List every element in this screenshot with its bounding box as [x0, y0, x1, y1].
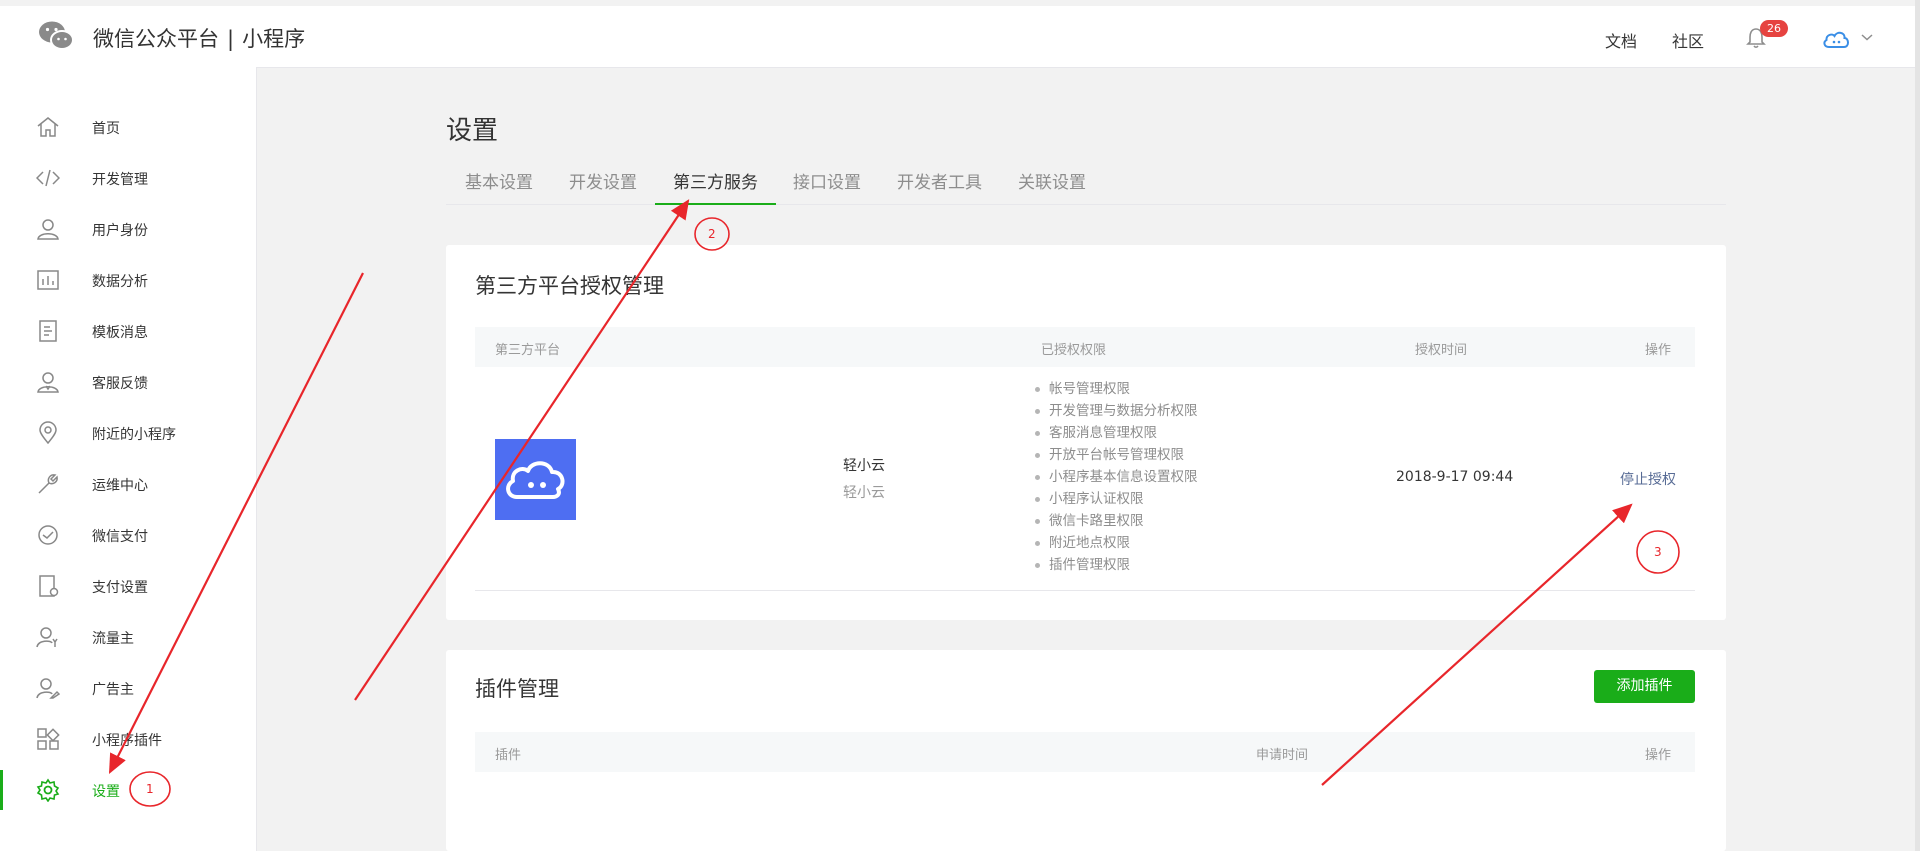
third-party-table-header: 第三方平台 已授权权限 授权时间 操作: [475, 327, 1695, 367]
tab-dev-settings[interactable]: 开发设置: [569, 168, 637, 204]
gear-icon: [36, 778, 60, 802]
plugin-management-card: 插件管理 添加插件 插件 申请时间 操作: [446, 650, 1726, 851]
revoke-authorization-link[interactable]: 停止授权: [1620, 469, 1676, 489]
sidebar-item-user-identity[interactable]: 用户身份: [0, 209, 256, 249]
sidebar-item-label: 流量主: [92, 631, 134, 647]
bar-chart-icon: [37, 270, 59, 290]
list-item: 插件管理权限: [1031, 554, 1198, 576]
plugin-table-header: 插件 申请时间 操作: [475, 732, 1695, 772]
wrench-icon: [38, 474, 58, 494]
sidebar-item-data-analysis[interactable]: 数据分析: [0, 260, 256, 300]
plugin-icon: [37, 728, 60, 750]
home-icon: [37, 117, 59, 137]
sidebar-item-label: 设置: [92, 784, 120, 800]
sidebar-item-plugins[interactable]: 小程序插件: [0, 719, 256, 759]
product-name: 小程序: [242, 27, 306, 51]
chevron-down-icon[interactable]: [1860, 32, 1874, 42]
cloud-face-icon: [506, 461, 565, 499]
location-pin-icon: [39, 421, 57, 445]
traffic-owner-icon: [36, 627, 58, 648]
sidebar: 首页 开发管理 用户身份 数据分析 模板消息 客服反馈 附近的小程序 运维中心 …: [0, 67, 257, 851]
sidebar-item-label: 运维中心: [92, 478, 148, 494]
plugin-title: 插件管理: [475, 677, 559, 701]
docs-link[interactable]: 文档: [1605, 28, 1637, 52]
third-party-name: 轻小云: [843, 458, 885, 474]
column-header: 已授权权限: [1041, 343, 1107, 358]
sidebar-item-label: 客服反馈: [92, 376, 148, 392]
third-party-title: 第三方平台授权管理: [475, 274, 664, 298]
list-item: 小程序认证权限: [1031, 488, 1198, 510]
brand-title[interactable]: 微信公众平台 | 小程序: [93, 23, 305, 53]
brand-separator: |: [227, 27, 235, 51]
column-header: 操作: [1645, 343, 1672, 358]
list-item: 开发管理与数据分析权限: [1031, 400, 1198, 422]
account-avatar-icon[interactable]: [1822, 28, 1850, 50]
column-header: 操作: [1645, 748, 1672, 763]
sidebar-item-dev-management[interactable]: 开发管理: [0, 158, 256, 198]
list-item: 小程序基本信息设置权限: [1031, 466, 1198, 488]
payment-settings-icon: [39, 575, 59, 597]
sidebar-item-label: 附近的小程序: [92, 427, 176, 443]
tab-api-settings[interactable]: 接口设置: [793, 168, 861, 204]
sidebar-item-label: 用户身份: [92, 223, 148, 239]
platform-name: 微信公众平台: [93, 27, 219, 51]
column-header: 插件: [495, 748, 522, 763]
top-bar: 微信公众平台 | 小程序 文档 社区 26: [0, 6, 1915, 68]
permission-list: 帐号管理权限 开发管理与数据分析权限 客服消息管理权限 开放平台帐号管理权限 小…: [1031, 378, 1198, 576]
notification-badge: 26: [1760, 20, 1788, 37]
list-item: 附近地点权限: [1031, 532, 1198, 554]
sidebar-item-label: 数据分析: [92, 274, 148, 290]
sidebar-item-ops-center[interactable]: 运维中心: [0, 464, 256, 504]
sidebar-item-traffic-owner[interactable]: 流量主: [0, 617, 256, 657]
list-item: 帐号管理权限: [1031, 378, 1198, 400]
column-header: 第三方平台: [495, 343, 561, 358]
sidebar-item-label: 首页: [92, 121, 120, 137]
sidebar-item-label: 开发管理: [92, 172, 148, 188]
advertiser-icon: [36, 678, 60, 699]
list-item: 开放平台帐号管理权限: [1031, 444, 1198, 466]
page-title: 设置: [446, 116, 499, 146]
sidebar-item-template-message[interactable]: 模板消息: [0, 311, 256, 351]
tab-basic-settings[interactable]: 基本设置: [465, 168, 533, 204]
support-icon: [37, 372, 59, 393]
list-item: 微信卡路里权限: [1031, 510, 1198, 532]
community-link[interactable]: 社区: [1672, 28, 1704, 52]
tab-association-settings[interactable]: 关联设置: [1018, 168, 1086, 204]
column-header: 授权时间: [1415, 343, 1468, 358]
document-icon: [39, 320, 57, 342]
sidebar-item-wechat-pay[interactable]: 微信支付: [0, 515, 256, 555]
sidebar-item-label: 模板消息: [92, 325, 148, 341]
payment-icon: [38, 525, 58, 545]
wechat-logo-icon: [39, 21, 74, 50]
list-item: 客服消息管理权限: [1031, 422, 1198, 444]
sidebar-item-customer-feedback[interactable]: 客服反馈: [0, 362, 256, 402]
sidebar-item-advertiser[interactable]: 广告主: [0, 668, 256, 708]
third-party-app-logo: [495, 439, 576, 520]
row-divider: [475, 590, 1695, 591]
add-plugin-button[interactable]: 添加插件: [1594, 670, 1695, 703]
settings-tabs: 基本设置 开发设置 第三方服务 接口设置 开发者工具 关联设置: [446, 168, 1726, 205]
code-icon: [36, 169, 60, 187]
sidebar-item-payment-settings[interactable]: 支付设置: [0, 566, 256, 606]
sidebar-item-settings[interactable]: 设置: [0, 770, 256, 810]
sidebar-item-label: 微信支付: [92, 529, 148, 545]
sidebar-item-label: 小程序插件: [92, 733, 162, 749]
third-party-auth-card: 第三方平台授权管理 第三方平台 已授权权限 授权时间 操作 轻小云 轻小云 帐号…: [446, 245, 1726, 620]
user-icon: [37, 219, 59, 240]
tab-developer-tools[interactable]: 开发者工具: [897, 168, 982, 204]
annotation-number-2: 2: [708, 227, 716, 241]
auth-time: 2018-9-17 09:44: [1396, 469, 1514, 485]
sidebar-item-label: 支付设置: [92, 580, 148, 596]
sidebar-item-nearby[interactable]: 附近的小程序: [0, 413, 256, 453]
sidebar-item-home[interactable]: 首页: [0, 107, 256, 147]
window-scrollbar[interactable]: [1915, 0, 1920, 851]
third-party-subname: 轻小云: [843, 485, 885, 501]
sidebar-item-label: 广告主: [92, 682, 134, 698]
column-header: 申请时间: [1256, 748, 1309, 763]
tab-third-party-services[interactable]: 第三方服务: [655, 168, 776, 205]
